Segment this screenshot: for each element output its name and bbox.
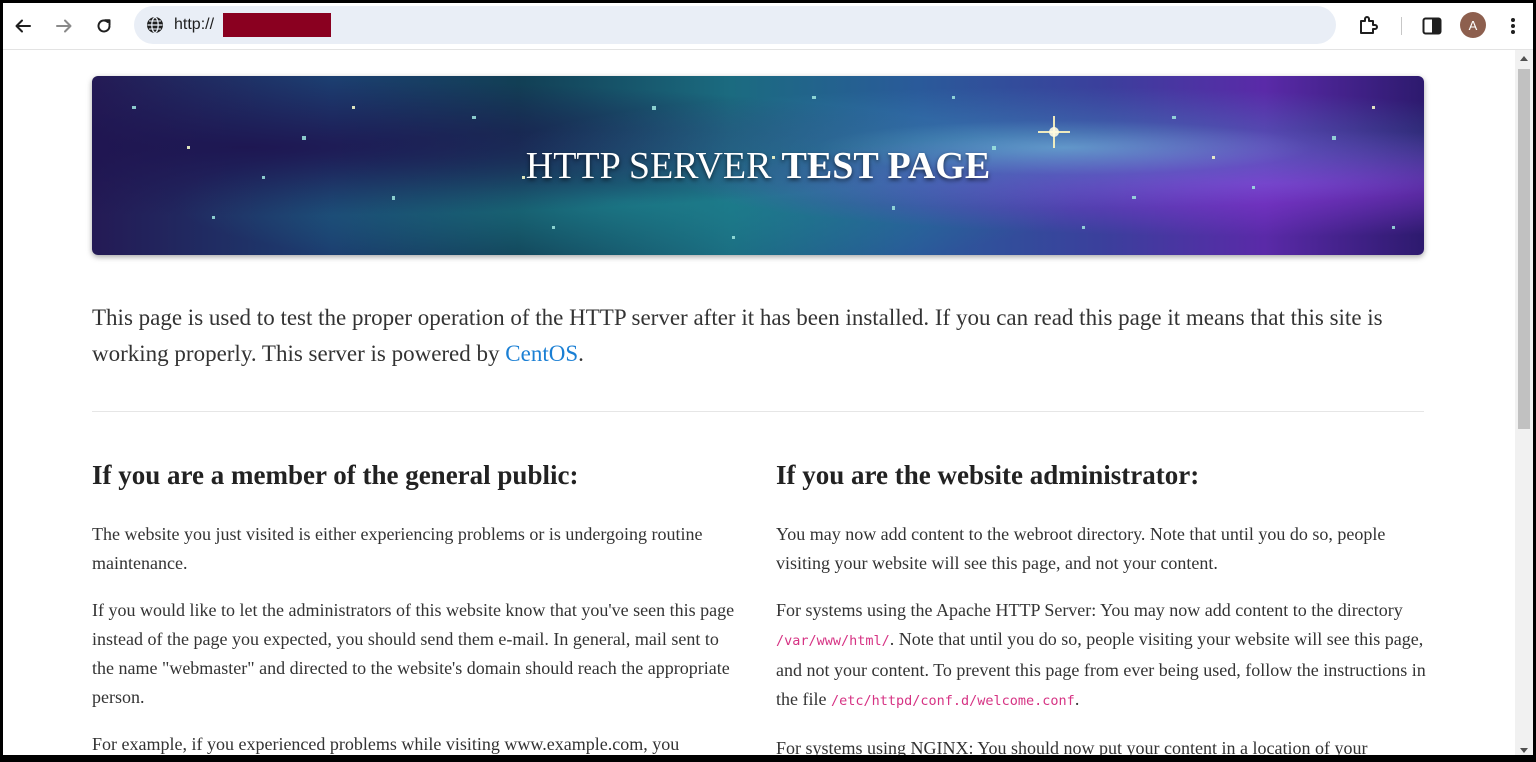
admin-p2-text-c: .	[1074, 689, 1080, 709]
back-arrow-icon	[15, 19, 31, 33]
browser-window: http:// A HTTP SERVER TEST PAGE This pag…	[3, 3, 1533, 755]
public-paragraph-2: If you would like to let the administrat…	[92, 600, 735, 707]
title-bold: TEST PAGE	[781, 144, 991, 187]
profile-avatar[interactable]: A	[1460, 12, 1486, 38]
admin-section: If you are the website administrator: Yo…	[776, 456, 1426, 755]
header-banner: HTTP SERVER TEST PAGE	[92, 76, 1424, 255]
scroll-up-arrow-icon[interactable]	[1520, 56, 1528, 61]
welcome-conf-path: /etc/httpd/conf.d/welcome.conf	[830, 693, 1075, 709]
intro-text: This page is used to test the proper ope…	[92, 305, 1383, 366]
title-regular: HTTP SERVER	[525, 144, 772, 187]
vertical-scrollbar[interactable]	[1515, 50, 1533, 755]
admin-paragraph-2: For systems using the Apache HTTP Server…	[776, 596, 1426, 716]
public-paragraph-1: The website you just visited is either e…	[92, 524, 703, 573]
browser-toolbar: http:// A	[3, 3, 1533, 50]
public-paragraph-3: For example, if you experienced problems…	[92, 734, 680, 754]
reload-button[interactable]	[90, 12, 118, 40]
extensions-icon[interactable]	[1355, 13, 1381, 39]
section-divider	[92, 411, 1424, 412]
toolbar-divider	[1401, 17, 1402, 35]
intro-text-end: .	[578, 341, 584, 366]
reload-icon	[97, 19, 111, 33]
url-text[interactable]: http://	[174, 16, 214, 34]
admin-paragraph-1: You may now add content to the webroot d…	[776, 524, 1386, 573]
scroll-thumb[interactable]	[1518, 69, 1530, 429]
public-heading: If you are a member of the general publi…	[92, 460, 579, 490]
scroll-down-arrow-icon[interactable]	[1520, 748, 1528, 753]
intro-paragraph: This page is used to test the proper ope…	[92, 300, 1424, 372]
kebab-menu-icon[interactable]	[1505, 13, 1521, 39]
admin-p2-text-a: For systems using the Apache HTTP Server…	[776, 600, 1403, 620]
back-button[interactable]	[9, 12, 37, 40]
address-bar[interactable]: http://	[134, 6, 1336, 44]
forward-arrow-icon	[56, 19, 72, 33]
page-title: HTTP SERVER TEST PAGE	[92, 76, 1424, 255]
side-panel-icon[interactable]	[1419, 13, 1445, 39]
admin-paragraph-3: For systems using NGINX: You should now …	[776, 738, 1368, 755]
forward-button[interactable]	[50, 12, 78, 40]
webroot-path: /var/www/html/	[776, 633, 890, 649]
public-section: If you are a member of the general publi…	[92, 456, 742, 755]
page-viewport: HTTP SERVER TEST PAGE This page is used …	[3, 50, 1515, 755]
url-redaction	[223, 13, 331, 37]
site-info-icon[interactable]	[146, 16, 164, 34]
admin-heading: If you are the website administrator:	[776, 460, 1200, 490]
centos-link[interactable]: CentOS	[505, 341, 578, 366]
